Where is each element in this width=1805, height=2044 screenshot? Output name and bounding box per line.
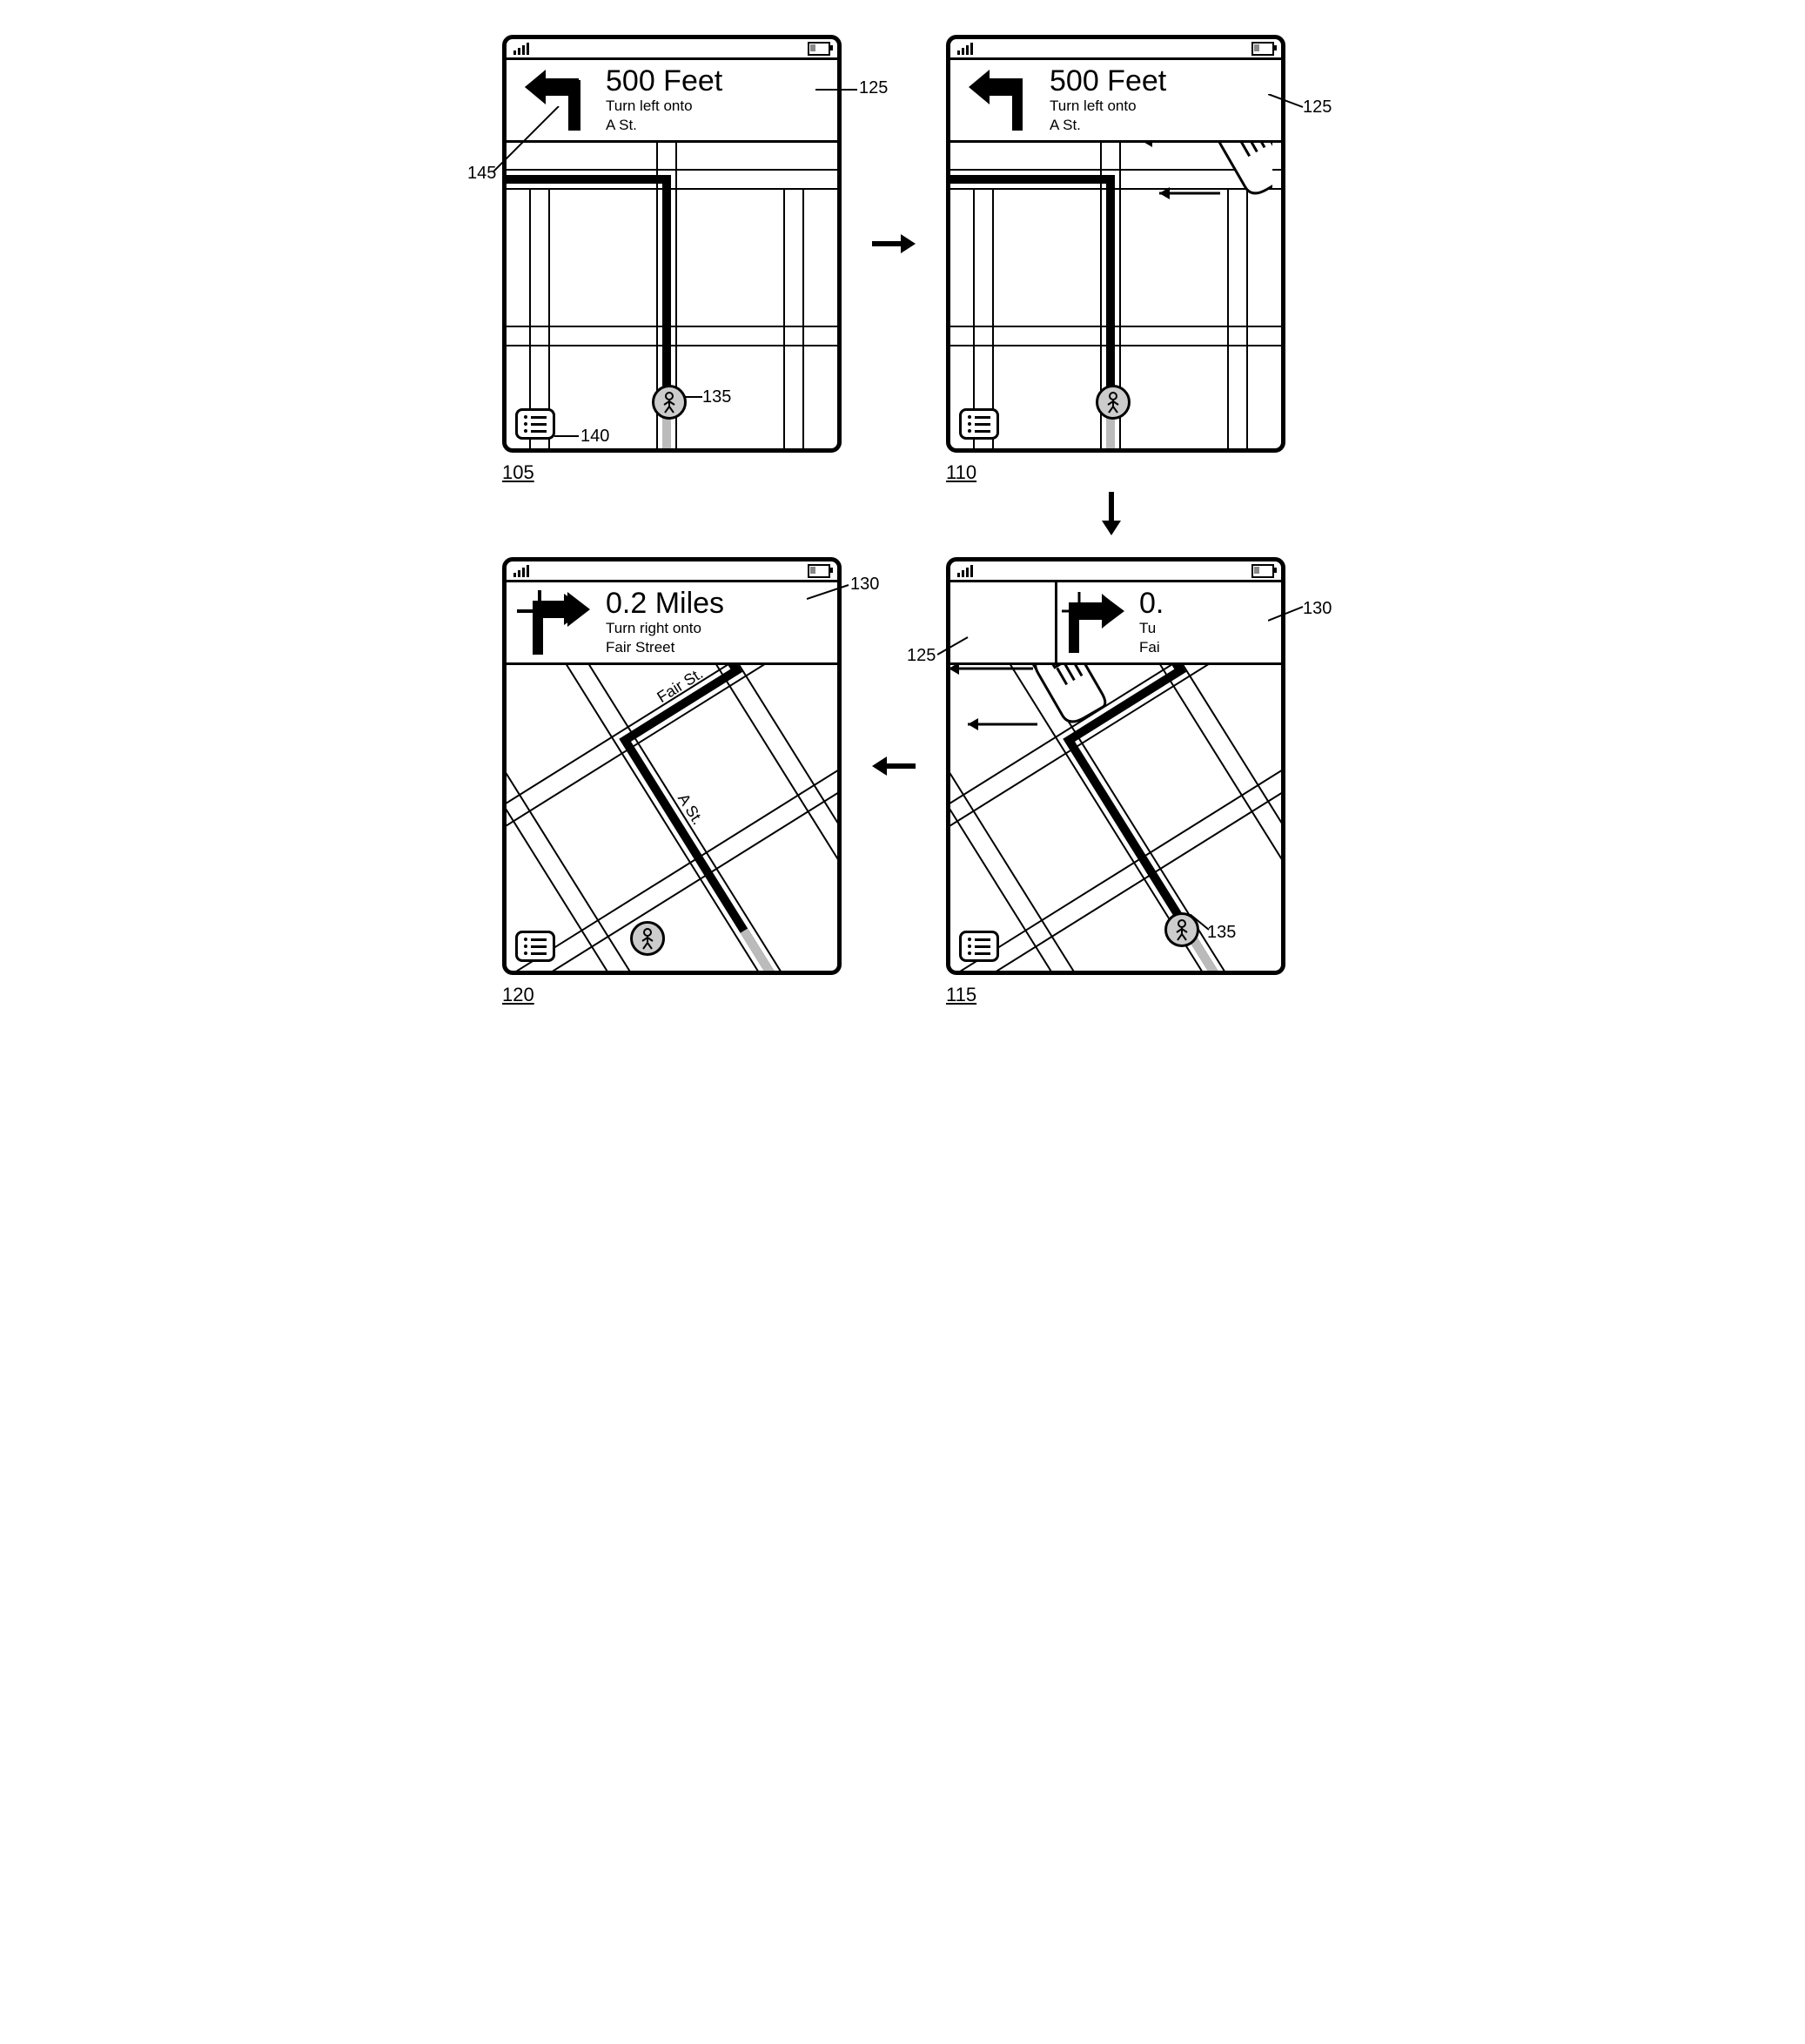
map-view[interactable]: Fair St. A St. [507,665,837,971]
map-view[interactable] [507,143,837,448]
instr-frag-b2: Fai [1139,639,1281,656]
stage-label-115: 115 [946,984,976,1006]
ref-125-c: 125 [907,646,936,666]
battery-icon [1251,42,1274,56]
distance-text: 0.2 Miles [606,588,837,618]
stage-120: 0.2 Miles Turn right onto Fair Street [502,557,842,975]
stage-110: 500 Feet Turn left onto A St. [946,35,1285,453]
status-bar [950,561,1281,582]
list-button[interactable] [959,408,999,440]
signal-icon [513,565,529,577]
stage-label-120: 120 [502,984,534,1006]
nav-banner[interactable]: 0.2 Miles Turn right onto Fair Street [507,582,837,665]
nav-banner[interactable]: 500 Feet Turn left onto A St. [950,60,1281,143]
distance-text: 500 Feet [1050,66,1281,96]
list-button[interactable] [515,408,555,440]
list-button[interactable] [515,931,555,962]
turn-right-arrow-icon [1062,592,1131,653]
nav-banner-transition[interactable]: 00 Feet n left onto t. 0. Tu [950,582,1281,665]
ref-125: 125 [859,78,888,98]
instruction-line-2: Fair Street [606,639,837,656]
signal-icon [957,43,973,55]
flow-arrow-down-icon [1094,487,1129,540]
instr-frag-a1: n left onto [950,620,1055,637]
list-button[interactable] [959,931,999,962]
flow-arrow-left-icon [868,749,920,783]
status-bar [950,39,1281,60]
distance-text: 500 Feet [606,66,837,96]
map-svg-diag: Fair St. A St. [507,665,837,971]
location-puck-icon [630,921,665,956]
location-puck-icon [652,385,687,420]
status-bar [507,561,837,582]
street-label-fair: Fair St. [654,665,706,706]
signal-icon [513,43,529,55]
stage-105: 500 Feet Turn left onto A St. [502,35,842,453]
instruction-line-1: Turn right onto [606,620,837,637]
ref-140: 140 [580,427,609,447]
stage-label-105: 105 [502,461,534,484]
battery-icon [808,564,830,578]
turn-left-arrow-icon [950,60,1046,140]
instruction-line-2: A St. [1050,117,1281,134]
ref-145: 145 [467,164,496,184]
distance-frag-a: 00 Feet [950,588,1055,618]
instruction-line-2: A St. [606,117,837,134]
instruction-line-1: Turn left onto [1050,97,1281,115]
swipe-finger-icon [950,665,1116,797]
ref-130: 130 [850,575,879,595]
battery-icon [808,42,830,56]
signal-icon [957,565,973,577]
map-view[interactable] [950,143,1281,448]
battery-icon [1251,564,1274,578]
stage-115: 00 Feet n left onto t. 0. Tu [946,557,1285,975]
ref-135: 135 [702,387,731,407]
stage-label-110: 110 [946,461,976,484]
patent-figure: 500 Feet Turn left onto A St. [467,35,1338,1019]
swipe-finger-icon [1133,143,1272,265]
turn-right-arrow-icon [507,582,602,662]
flow-arrow-right-icon [868,226,920,261]
location-puck-icon [1096,385,1131,420]
status-bar [507,39,837,60]
distance-frag-b: 0. [1139,588,1281,618]
instr-frag-b1: Tu [1139,620,1281,637]
instruction-line-1: Turn left onto [606,97,837,115]
